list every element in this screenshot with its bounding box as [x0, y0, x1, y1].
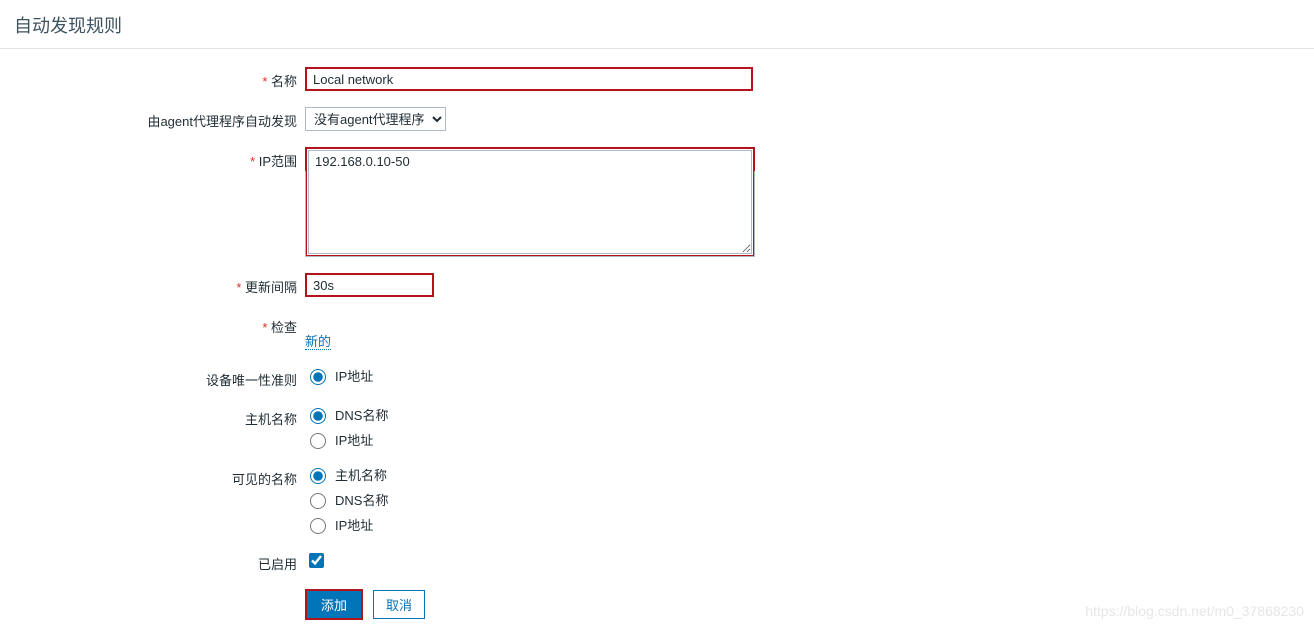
uniqueness-label-ip[interactable]: IP地址 [335, 366, 373, 385]
visible-option-dns[interactable]: DNS名称 [305, 490, 388, 509]
ip-range-highlight [305, 147, 755, 257]
label-enabled: 已启用 [0, 550, 305, 573]
label-name: 名称 [0, 67, 305, 90]
visible-radio-ip[interactable] [310, 518, 326, 534]
visible-option-ip[interactable]: IP地址 [305, 515, 388, 534]
row-ip-range: IP范围 [0, 147, 1314, 257]
label-host-name: 主机名称 [0, 405, 305, 428]
ip-range-textarea[interactable] [308, 150, 752, 254]
enabled-checkbox[interactable] [309, 553, 324, 568]
hostname-radio-ip[interactable] [310, 433, 326, 449]
discovery-rule-form: 名称 由agent代理程序自动发现 没有agent代理程序 IP范围 更新间隔 … [0, 49, 1314, 620]
hostname-option-dns[interactable]: DNS名称 [305, 405, 388, 424]
row-interval: 更新间隔 [0, 273, 1314, 297]
name-input[interactable] [305, 67, 753, 91]
row-name: 名称 [0, 67, 1314, 91]
page-title: 自动发现规则 [14, 16, 122, 36]
row-proxy: 由agent代理程序自动发现 没有agent代理程序 [0, 107, 1314, 131]
interval-input[interactable] [305, 273, 434, 297]
hostname-label-dns[interactable]: DNS名称 [335, 405, 388, 424]
proxy-select[interactable]: 没有agent代理程序 [305, 107, 446, 131]
cancel-button[interactable]: 取消 [373, 590, 425, 619]
row-host-name: 主机名称 DNS名称 IP地址 [0, 405, 1314, 449]
visible-label-host[interactable]: 主机名称 [335, 465, 387, 484]
label-interval: 更新间隔 [0, 273, 305, 296]
row-visible-name: 可见的名称 主机名称 DNS名称 IP地址 [0, 465, 1314, 534]
checks-new-link[interactable]: 新的 [305, 334, 331, 350]
hostname-option-ip[interactable]: IP地址 [305, 430, 388, 449]
submit-button[interactable]: 添加 [305, 589, 363, 620]
uniqueness-radio-ip[interactable] [310, 369, 326, 385]
row-checks: 检查 新的 [0, 313, 1314, 350]
row-buttons: 添加 取消 [0, 589, 1314, 620]
visible-label-ip[interactable]: IP地址 [335, 515, 373, 534]
page-header: 自动发现规则 [0, 0, 1314, 49]
label-checks: 检查 [0, 313, 305, 336]
visible-radio-dns[interactable] [310, 493, 326, 509]
hostname-radio-dns[interactable] [310, 408, 326, 424]
uniqueness-option-ip[interactable]: IP地址 [305, 366, 373, 385]
visible-radio-host[interactable] [310, 468, 326, 484]
label-proxy: 由agent代理程序自动发现 [0, 107, 305, 130]
visible-option-host[interactable]: 主机名称 [305, 465, 388, 484]
row-uniqueness: 设备唯一性准则 IP地址 [0, 366, 1314, 389]
label-uniqueness: 设备唯一性准则 [0, 366, 305, 389]
label-ip-range: IP范围 [0, 147, 305, 170]
visible-label-dns[interactable]: DNS名称 [335, 490, 388, 509]
row-enabled: 已启用 [0, 550, 1314, 573]
hostname-label-ip[interactable]: IP地址 [335, 430, 373, 449]
label-visible-name: 可见的名称 [0, 465, 305, 488]
